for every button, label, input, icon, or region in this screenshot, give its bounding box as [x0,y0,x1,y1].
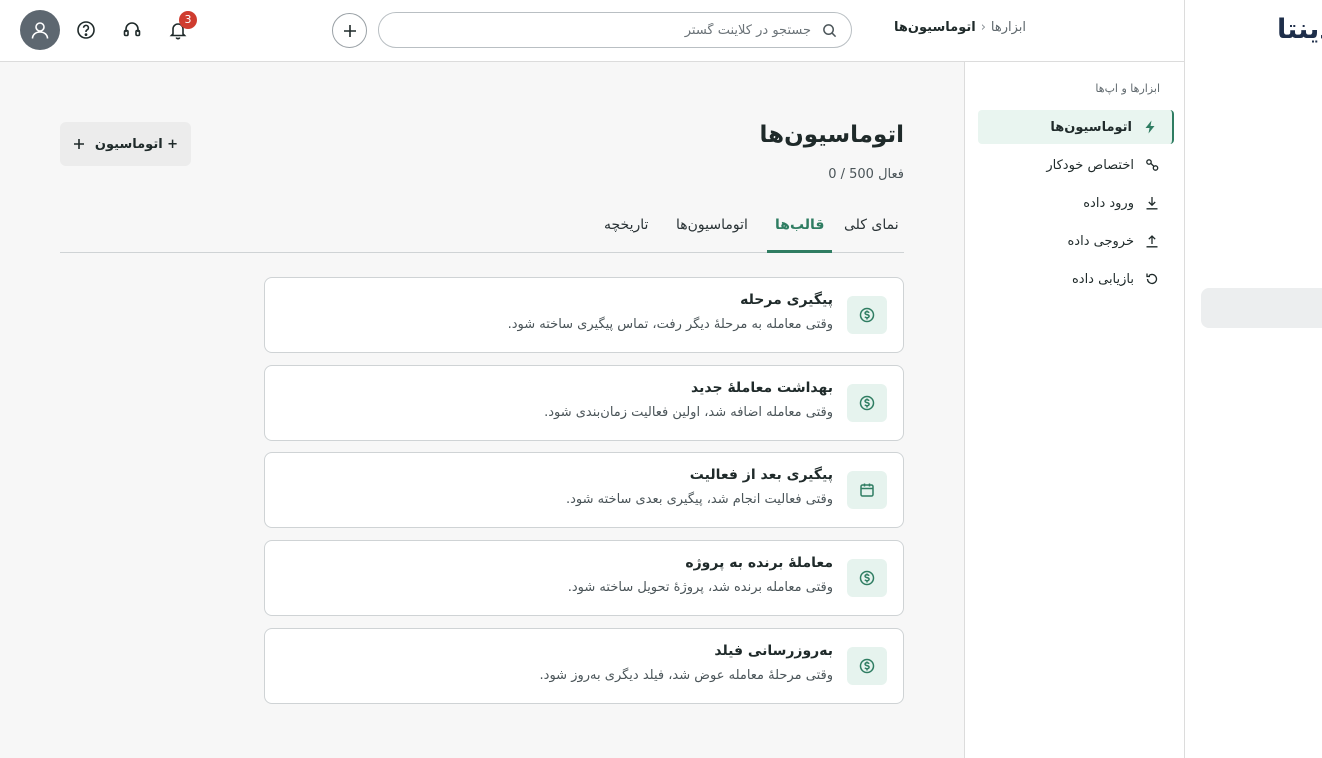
tab-history[interactable]: تاریخچه [596,204,656,253]
breadcrumb-separator: ‹ [980,20,986,35]
sidebar-item-label: اختصاص خودکار [1046,157,1134,173]
sidebar-item-label: خروجی داده [1067,233,1135,249]
template-description: وقتی مرحلهٔ معامله عوض شد، فیلد دیگری به… [539,668,833,683]
search-box[interactable] [378,12,852,48]
top-header: 3 ابزارها ‹ اتوماسیون‌ها [0,0,1184,62]
plus-icon [73,139,84,149]
active-count: 0 / 500 فعال [828,167,904,182]
tab-templates[interactable]: قالب‌ها [767,204,833,253]
export-icon [1144,233,1160,249]
template-title: بهداشت معاملهٔ جدید [691,380,833,396]
bolt-icon [1142,119,1158,135]
template-title: پیگیری مرحله [740,292,833,308]
breadcrumb-current: اتوماسیون‌ها [894,20,976,35]
template-card[interactable]: بهداشت معاملهٔ جدید وقتی معامله اضافه شد… [264,365,904,441]
template-description: وقتی معامله اضافه شد، اولین فعالیت زمان‌… [544,405,833,420]
sidebar-item-label: اتوماسیون‌ها [1050,119,1132,135]
template-title: به‌روزرسانی فیلد [714,643,833,659]
template-card[interactable]: به‌روزرسانی فیلد وقتی مرحلهٔ معامله عوض … [264,628,904,704]
dollar-icon [847,559,887,597]
tab-automations[interactable]: اتوماسیون‌ها [668,204,756,253]
calendar-icon [847,471,887,509]
notifications-badge: 3 [179,11,197,29]
rail-nav-item[interactable] [1201,288,1322,328]
sidebar-item-label: بازیابی داده [1071,271,1134,287]
dollar-icon [847,296,887,334]
sidebar-item-import[interactable]: ورود داده [978,186,1174,220]
app-logo[interactable]: دینتا [1277,14,1322,45]
help-icon [77,21,95,39]
new-automation-button[interactable]: + اتوماسیون [60,122,191,166]
search-icon [823,24,837,38]
search-input[interactable] [411,20,811,40]
sidebar-item-restore[interactable]: بازیابی داده [978,262,1174,296]
tab-overview[interactable]: نمای کلی [836,204,907,253]
assign-icon [1144,157,1160,173]
breadcrumb: ابزارها ‹ اتوماسیون‌ها [894,20,1026,35]
dollar-icon [847,647,887,685]
breadcrumb-parent[interactable]: ابزارها [991,20,1026,35]
new-automation-label: + اتوماسیون [94,136,179,152]
user-avatar[interactable] [20,10,60,50]
sidebar-item-automations[interactable]: اتوماسیون‌ها [978,110,1174,144]
restore-icon [1144,271,1160,287]
page-title: اتوماسیون‌ها [759,122,904,148]
tabs-bar: نمای کلی قالب‌ها اتوماسیون‌ها تاریخچه [60,204,904,253]
dollar-icon [847,384,887,422]
user-icon [31,22,49,39]
template-card[interactable]: معاملهٔ برنده به پروژه وقتی معامله برنده… [264,540,904,616]
support-button[interactable] [119,17,145,43]
template-title: معاملهٔ برنده به پروژه [685,555,833,571]
tools-sidebar: ابزارها و اپ‌ها اتوماسیون‌ها اختصاص خودک… [964,62,1184,758]
template-card[interactable]: پیگیری بعد از فعالیت وقتی فعالیت انجام ش… [264,452,904,528]
sidebar-item-label: ورود داده [1083,195,1134,211]
headset-icon [123,22,141,37]
sidebar-item-export[interactable]: خروجی داده [978,224,1174,258]
template-description: وقتی معامله برنده شد، پروژهٔ تحویل ساخته… [567,580,833,595]
template-card[interactable]: پیگیری مرحله وقتی معامله به مرحلهٔ دیگر … [264,277,904,353]
sidebar-title: ابزارها و اپ‌ها [1095,82,1160,95]
plus-icon [343,24,356,37]
template-description: وقتی فعالیت انجام شد، پیگیری بعدی ساخته … [565,492,833,507]
app-rail: دینتا [1184,0,1322,758]
help-button[interactable] [73,17,99,43]
import-icon [1144,195,1160,211]
sidebar-item-auto-assign[interactable]: اختصاص خودکار [978,148,1174,182]
template-title: پیگیری بعد از فعالیت [689,467,833,483]
quick-add-button[interactable] [332,13,367,48]
template-description: وقتی معامله به مرحلهٔ دیگر رفت، تماس پیگ… [507,317,833,332]
